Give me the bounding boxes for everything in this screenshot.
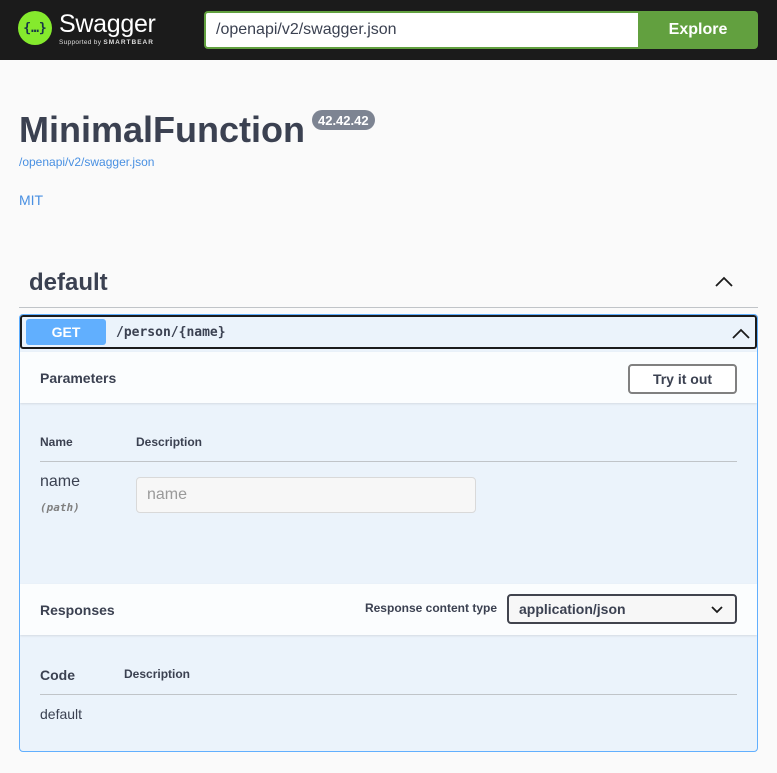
responses-header: Responses Response content type applicat… (20, 584, 757, 635)
spec-url-input[interactable] (204, 11, 638, 49)
response-col-description: Description (124, 667, 191, 681)
param-location: (path) (40, 501, 80, 514)
try-it-out-button[interactable]: Try it out (628, 364, 737, 394)
operation-path: /person/{name} (116, 324, 226, 340)
param-table-divider (40, 461, 737, 462)
topbar: {…} Swagger Supported by SMARTBEAR Explo… (0, 0, 777, 60)
chevron-up-icon[interactable] (714, 272, 734, 292)
tag-section-header[interactable]: default (19, 262, 758, 308)
tag-name: default (29, 269, 108, 296)
parameters-title: Parameters (40, 370, 117, 386)
select-value: application/json (519, 601, 626, 617)
explore-button[interactable]: Explore (638, 11, 758, 49)
logo-title: Swagger (59, 10, 156, 38)
spec-url-form: Explore (204, 11, 758, 49)
response-content-type-label: Response content type (364, 601, 497, 615)
page-title: MinimalFunction (19, 109, 305, 150)
logo-sub-prefix: Supported by (59, 39, 102, 46)
logo-text: Swagger Supported by SMARTBEAR (59, 11, 156, 46)
version-badge: 42.42.42 (311, 110, 375, 130)
logo-subtitle: Supported by SMARTBEAR (59, 39, 156, 46)
param-name-input[interactable] (136, 477, 476, 513)
title-row: MinimalFunction 42.42.42 (19, 108, 375, 152)
license-link[interactable]: MIT (19, 192, 43, 208)
spec-url-link[interactable]: /openapi/v2/swagger.json (19, 155, 154, 169)
swagger-logo-icon: {…} (18, 11, 52, 45)
param-name: name (40, 473, 81, 490)
param-col-description: Description (136, 435, 203, 449)
response-table-divider (40, 694, 737, 695)
swagger-logo[interactable]: {…} Swagger Supported by SMARTBEAR (18, 11, 156, 46)
chevron-up-icon[interactable] (731, 324, 751, 344)
response-col-code: Code (40, 667, 75, 683)
logo-sub-brand: SMARTBEAR (103, 39, 154, 46)
chevron-down-icon (711, 606, 723, 614)
operation-summary[interactable]: GET /person/{name} (20, 315, 757, 349)
response-code: default (40, 706, 83, 722)
parameters-header: Parameters Try it out (20, 352, 757, 403)
operation-block: GET /person/{name} Parameters Try it out… (19, 314, 758, 752)
responses-title: Responses (40, 602, 115, 618)
param-col-name: Name (40, 435, 73, 449)
http-method-badge: GET (26, 319, 106, 345)
response-content-type-select[interactable]: application/json (507, 594, 737, 624)
